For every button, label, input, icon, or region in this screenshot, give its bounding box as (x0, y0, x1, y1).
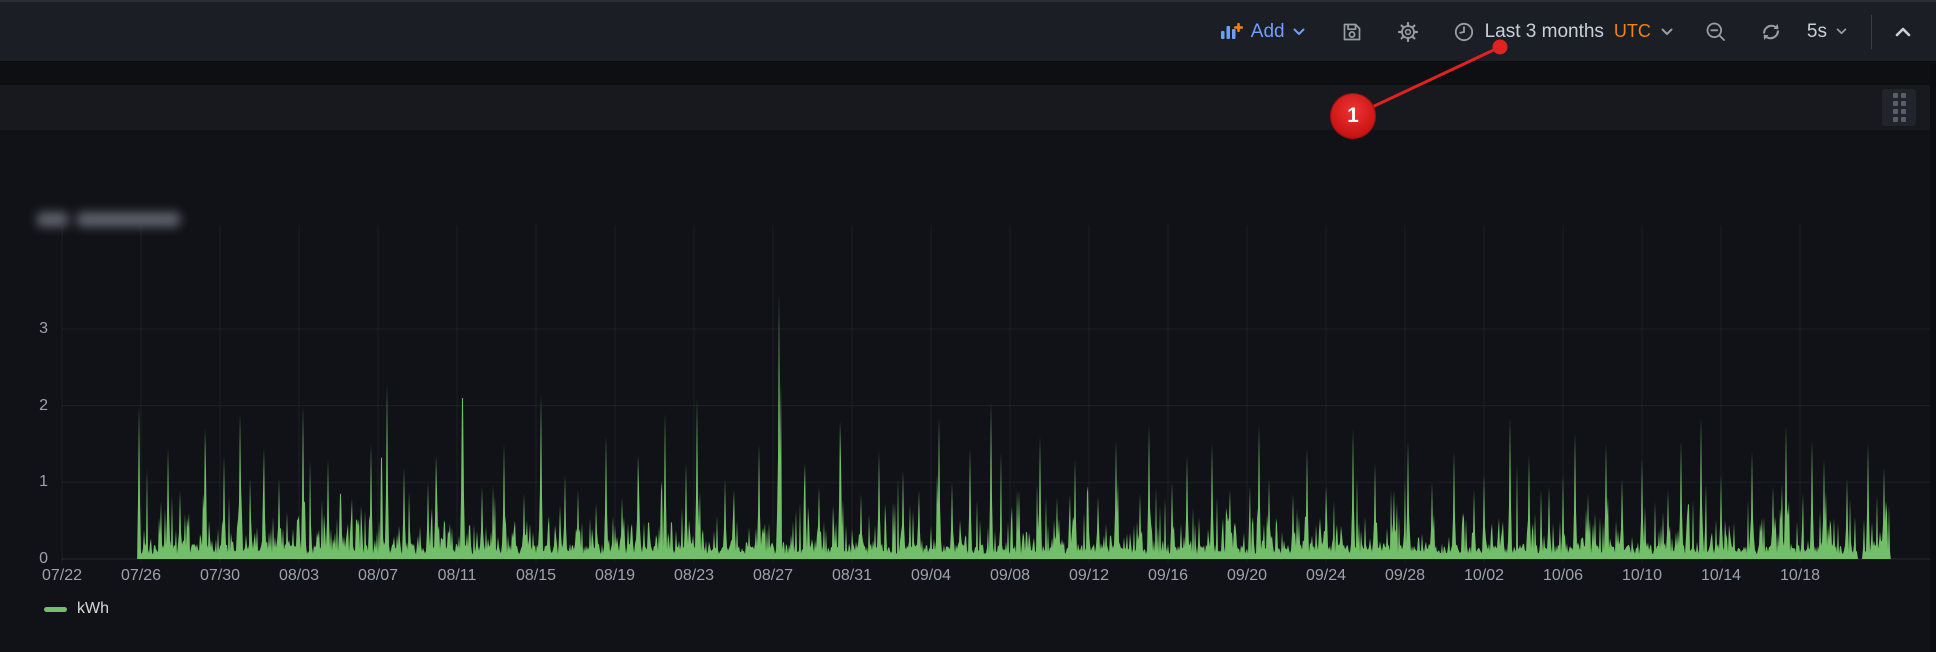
x-tick-label: 09/04 (896, 566, 966, 586)
time-range-picker[interactable]: Last 3 months UTC (1443, 10, 1683, 54)
annotation-step-badge: 1 (1331, 94, 1375, 138)
clock-icon (1453, 21, 1475, 43)
x-tick-label: 07/26 (106, 566, 176, 586)
x-tick-label: 08/15 (501, 566, 571, 586)
dashboard-toolbar: Add L (0, 0, 1936, 62)
save-icon (1341, 21, 1363, 43)
annotation-step-number: 1 (1347, 104, 1359, 128)
y-tick-label: 0 (10, 549, 48, 569)
refresh-icon (1759, 20, 1783, 44)
x-tick-label: 08/03 (264, 566, 334, 586)
chart-legend: kWh (44, 600, 109, 618)
y-tick-label: 3 (10, 319, 48, 339)
y-tick-label: 2 (10, 396, 48, 416)
legend-item-kwh[interactable]: kWh (44, 600, 109, 618)
add-button[interactable]: Add (1209, 10, 1315, 54)
x-tick-label: 08/07 (343, 566, 413, 586)
refresh-interval-dropdown[interactable]: 5s (1797, 10, 1857, 54)
chevron-down-icon (1293, 28, 1305, 36)
x-tick-label: 09/28 (1370, 566, 1440, 586)
x-tick-label: 10/10 (1607, 566, 1677, 586)
chevron-up-icon (1894, 26, 1912, 38)
save-dashboard-button[interactable] (1331, 10, 1373, 54)
add-panel-icon (1219, 22, 1243, 42)
x-tick-label: 09/20 (1212, 566, 1282, 586)
dashboard-settings-button[interactable] (1387, 10, 1429, 54)
legend-swatch (44, 607, 67, 612)
x-tick-label: 10/02 (1449, 566, 1519, 586)
chevron-down-icon (1661, 28, 1673, 36)
x-tick-label: 09/16 (1133, 566, 1203, 586)
time-range-label: Last 3 months (1485, 21, 1604, 43)
collapse-toolbar-button[interactable] (1884, 10, 1922, 54)
x-tick-label: 08/11 (422, 566, 492, 586)
time-series-chart[interactable] (0, 0, 1936, 652)
x-tick-label: 09/24 (1291, 566, 1361, 586)
refresh-interval-label: 5s (1807, 21, 1827, 43)
gear-icon (1397, 21, 1419, 43)
x-tick-label: 09/12 (1054, 566, 1124, 586)
x-tick-label: 09/08 (975, 566, 1045, 586)
x-tick-label: 07/30 (185, 566, 255, 586)
x-tick-label: 08/23 (659, 566, 729, 586)
legend-label: kWh (77, 600, 109, 618)
x-tick-label: 08/27 (738, 566, 808, 586)
x-tick-label: 07/22 (27, 566, 97, 586)
x-tick-label: 08/31 (817, 566, 887, 586)
x-tick-label: 08/19 (580, 566, 650, 586)
zoom-out-button[interactable] (1695, 10, 1737, 54)
x-tick-label: 10/18 (1765, 566, 1835, 586)
x-tick-label: 10/14 (1686, 566, 1756, 586)
add-button-label: Add (1251, 21, 1285, 43)
zoom-out-icon (1705, 21, 1727, 43)
toolbar-divider (1871, 15, 1872, 49)
timezone-label: UTC (1614, 21, 1651, 42)
chevron-down-icon (1836, 28, 1847, 35)
y-tick-label: 1 (10, 472, 48, 492)
refresh-button[interactable] (1749, 10, 1793, 54)
x-tick-label: 10/06 (1528, 566, 1598, 586)
